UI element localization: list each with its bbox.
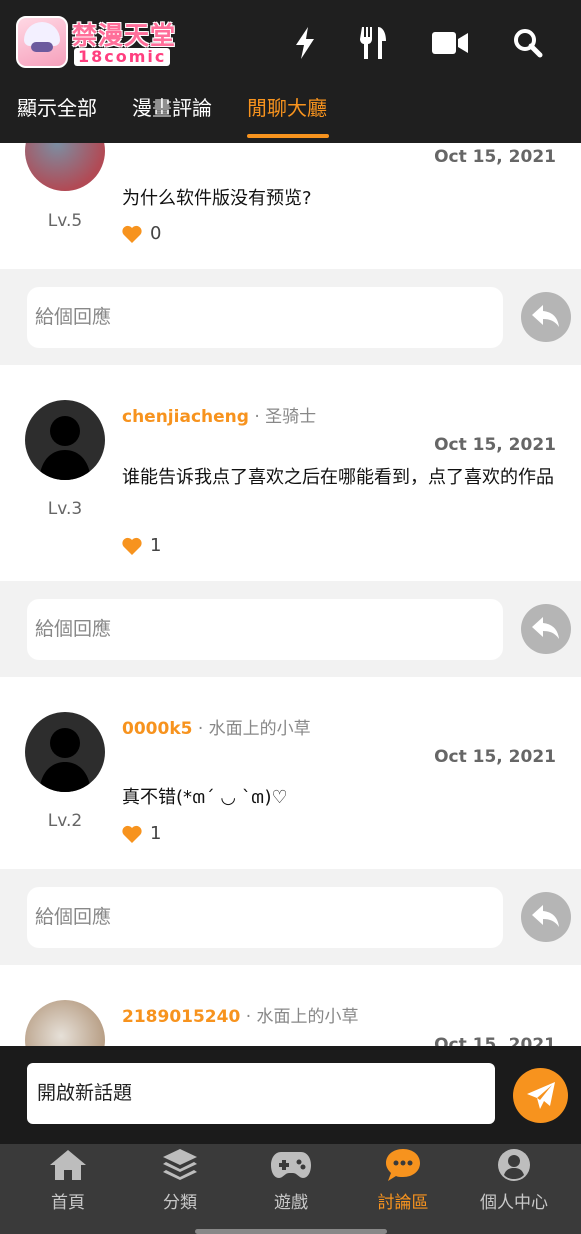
post-text: 真不错(*ຓ´ ◡ `ຓ)♡: [122, 787, 288, 808]
post-date: Oct 15, 2021: [434, 147, 556, 167]
heart-icon: [122, 825, 142, 843]
reply-bar: 給個回應: [0, 269, 581, 365]
post-date: Oct 15, 2021: [434, 1035, 556, 1046]
like-number: 1: [150, 535, 162, 556]
chat-icon: [383, 1148, 423, 1182]
reply-arrow-icon: [532, 905, 559, 927]
nav-label: 分類: [163, 1193, 197, 1213]
avatar[interactable]: [25, 400, 105, 480]
nav-label: 遊戲: [274, 1193, 308, 1213]
user-rank: 水面上的小草: [256, 1007, 359, 1027]
post-author: chenjiacheng · 圣骑士: [122, 402, 316, 427]
layers-icon: [160, 1148, 200, 1182]
nav-forum[interactable]: 討論區: [353, 1148, 453, 1213]
separator: ·: [240, 1007, 257, 1027]
username-link[interactable]: chenjiacheng: [122, 407, 249, 427]
send-button[interactable]: [513, 1068, 568, 1123]
lightning-icon[interactable]: [287, 24, 323, 62]
user-level: Lv.3: [47, 499, 83, 519]
username-link[interactable]: 2189015240: [122, 1007, 240, 1027]
nav-label: 首頁: [51, 1193, 85, 1213]
user-level: Lv.2: [47, 811, 83, 831]
user-rank: 圣骑士: [265, 407, 317, 427]
post-card: Lv.2 0000k5 · 水面上的小草 Oct 15, 2021 真不错(*ຓ…: [0, 677, 581, 869]
nav-label: 個人中心: [480, 1193, 548, 1213]
reply-bar: 給個回應: [0, 581, 581, 677]
reply-button[interactable]: [521, 292, 571, 342]
post-card: Lv.3 chenjiacheng · 圣骑士 Oct 15, 2021 谁能告…: [0, 365, 581, 581]
reply-button[interactable]: [521, 604, 571, 654]
reply-input[interactable]: 給個回應: [27, 599, 503, 660]
reply-button[interactable]: [521, 892, 571, 942]
like-number: 0: [150, 223, 162, 244]
new-topic-bar: 開啟新話題: [0, 1046, 581, 1124]
logo-mascot: [16, 16, 68, 68]
heart-icon: [122, 225, 142, 243]
tab-chat-lobby[interactable]: 閒聊大廳: [247, 92, 327, 121]
default-avatar-icon: [39, 728, 91, 792]
app-header: 禁漫天堂 18comic 顯示全部 漫畫評論 閒聊大廳: [0, 0, 581, 143]
post-author: 2189015240 · 水面上的小草: [122, 1002, 359, 1027]
category-tabs: 顯示全部 漫畫評論 閒聊大廳: [0, 84, 581, 143]
new-topic-input[interactable]: 開啟新話題: [27, 1063, 495, 1124]
like-count[interactable]: 1: [122, 823, 161, 844]
app-logo[interactable]: 禁漫天堂 18comic: [16, 14, 180, 70]
discussion-feed[interactable]: Oct 15, 2021 Lv.5 为什么软件版没有预览? 0 給個回應 Lv.…: [0, 143, 581, 1046]
user-rank: 水面上的小草: [208, 719, 311, 739]
post-date: Oct 15, 2021: [434, 435, 556, 455]
separator: ·: [248, 407, 266, 427]
post-date: Oct 15, 2021: [434, 747, 556, 767]
bottom-navigation: 首頁 分類 遊戲 討論區 個人中心: [0, 1118, 581, 1234]
reply-arrow-icon: [532, 305, 559, 327]
post-card: 2189015240 · 水面上的小草 Oct 15, 2021: [0, 965, 581, 1046]
post-text: 为什么软件版没有预览?: [122, 188, 312, 209]
post-author: 0000k5 · 水面上的小草: [122, 714, 311, 739]
separator: ·: [192, 719, 209, 739]
post-card: Oct 15, 2021 Lv.5 为什么软件版没有预览? 0: [0, 143, 581, 269]
logo-subtitle: 18comic: [74, 48, 171, 66]
nav-profile[interactable]: 個人中心: [464, 1148, 564, 1213]
home-indicator[interactable]: [195, 1229, 387, 1234]
post-text: 谁能告诉我点了喜欢之后在哪能看到，点了喜欢的作品: [122, 467, 554, 488]
default-avatar-icon: [39, 416, 91, 480]
tab-show-all[interactable]: 顯示全部: [17, 92, 97, 121]
user-level: Lv.5: [47, 211, 83, 231]
like-count[interactable]: 1: [122, 535, 161, 556]
username-link[interactable]: 0000k5: [122, 719, 192, 739]
nav-games[interactable]: 遊戲: [241, 1148, 341, 1213]
avatar[interactable]: [25, 1000, 105, 1046]
active-tab-indicator: [247, 134, 329, 138]
search-icon[interactable]: [510, 24, 546, 62]
fork-knife-icon[interactable]: [356, 24, 392, 62]
reply-input[interactable]: 給個回應: [27, 287, 503, 348]
like-count[interactable]: 0: [122, 223, 161, 244]
video-icon[interactable]: [432, 24, 468, 62]
reply-arrow-icon: [532, 617, 559, 639]
nav-label: 討論區: [377, 1193, 429, 1213]
reply-bar: 給個回應: [0, 869, 581, 965]
send-icon: [526, 1081, 555, 1109]
avatar[interactable]: [25, 143, 105, 191]
tab-comic-reviews[interactable]: 漫畫評論: [132, 92, 212, 121]
nav-categories[interactable]: 分類: [130, 1148, 230, 1213]
user-icon: [494, 1148, 534, 1182]
reply-input[interactable]: 給個回應: [27, 887, 503, 948]
nav-home[interactable]: 首頁: [18, 1148, 118, 1213]
gamepad-icon: [271, 1148, 311, 1182]
heart-icon: [122, 537, 142, 555]
like-number: 1: [150, 823, 162, 844]
avatar[interactable]: [25, 712, 105, 792]
home-icon: [48, 1148, 88, 1182]
